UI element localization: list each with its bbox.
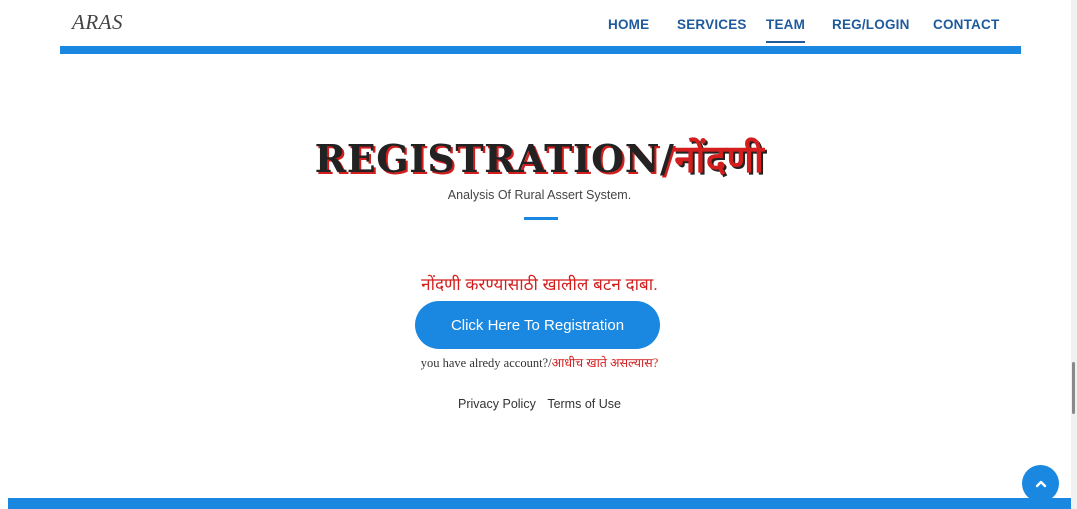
page-title-english: REGISTRATION/: [314, 136, 675, 181]
nav-services[interactable]: SERVICES: [677, 17, 747, 32]
nav-home[interactable]: HOME: [608, 17, 649, 32]
back-to-top-button[interactable]: [1022, 465, 1059, 502]
vertical-scrollbar[interactable]: [1071, 0, 1077, 509]
page-subtitle: Analysis Of Rural Assert System.: [447, 188, 632, 202]
existing-account-line: you have alredy account?/आधीच खाते असल्य…: [8, 354, 1071, 371]
scrollbar-thumb[interactable]: [1072, 362, 1075, 414]
registration-section: REGISTRATION/नोंदणी Analysis Of Rural As…: [8, 60, 1071, 498]
existing-account-text: you have alredy account?/: [420, 356, 552, 370]
existing-account-link[interactable]: आधीच खाते असल्यास?: [552, 356, 659, 370]
main-nav: HOME SERVICES TEAM REG/LOGIN CONTACT: [8, 17, 1071, 43]
title-underline: [524, 217, 558, 220]
header-divider: [60, 46, 1021, 54]
page-title-marathi: नोंदणी: [674, 136, 765, 181]
chevron-up-icon: [1035, 480, 1046, 487]
footer-bar: [8, 498, 1071, 509]
nav-reg-login[interactable]: REG/LOGIN: [832, 17, 910, 32]
nav-team[interactable]: TEAM: [766, 17, 806, 43]
register-button[interactable]: Click Here To Registration: [415, 301, 660, 349]
page: ARAS HOME SERVICES TEAM REG/LOGIN CONTAC…: [0, 0, 1077, 509]
privacy-policy-link[interactable]: Privacy Policy: [458, 397, 536, 411]
footer-links: Privacy Policy Terms of Use: [8, 397, 1071, 411]
page-title: REGISTRATION/नोंदणी: [8, 132, 1071, 184]
terms-of-use-link[interactable]: Terms of Use: [547, 397, 621, 411]
site-header: ARAS HOME SERVICES TEAM REG/LOGIN CONTAC…: [8, 0, 1071, 48]
registration-prompt: नोंदणी करण्यासाठी खालील बटन दाबा.: [421, 275, 658, 294]
nav-contact[interactable]: CONTACT: [933, 17, 999, 32]
